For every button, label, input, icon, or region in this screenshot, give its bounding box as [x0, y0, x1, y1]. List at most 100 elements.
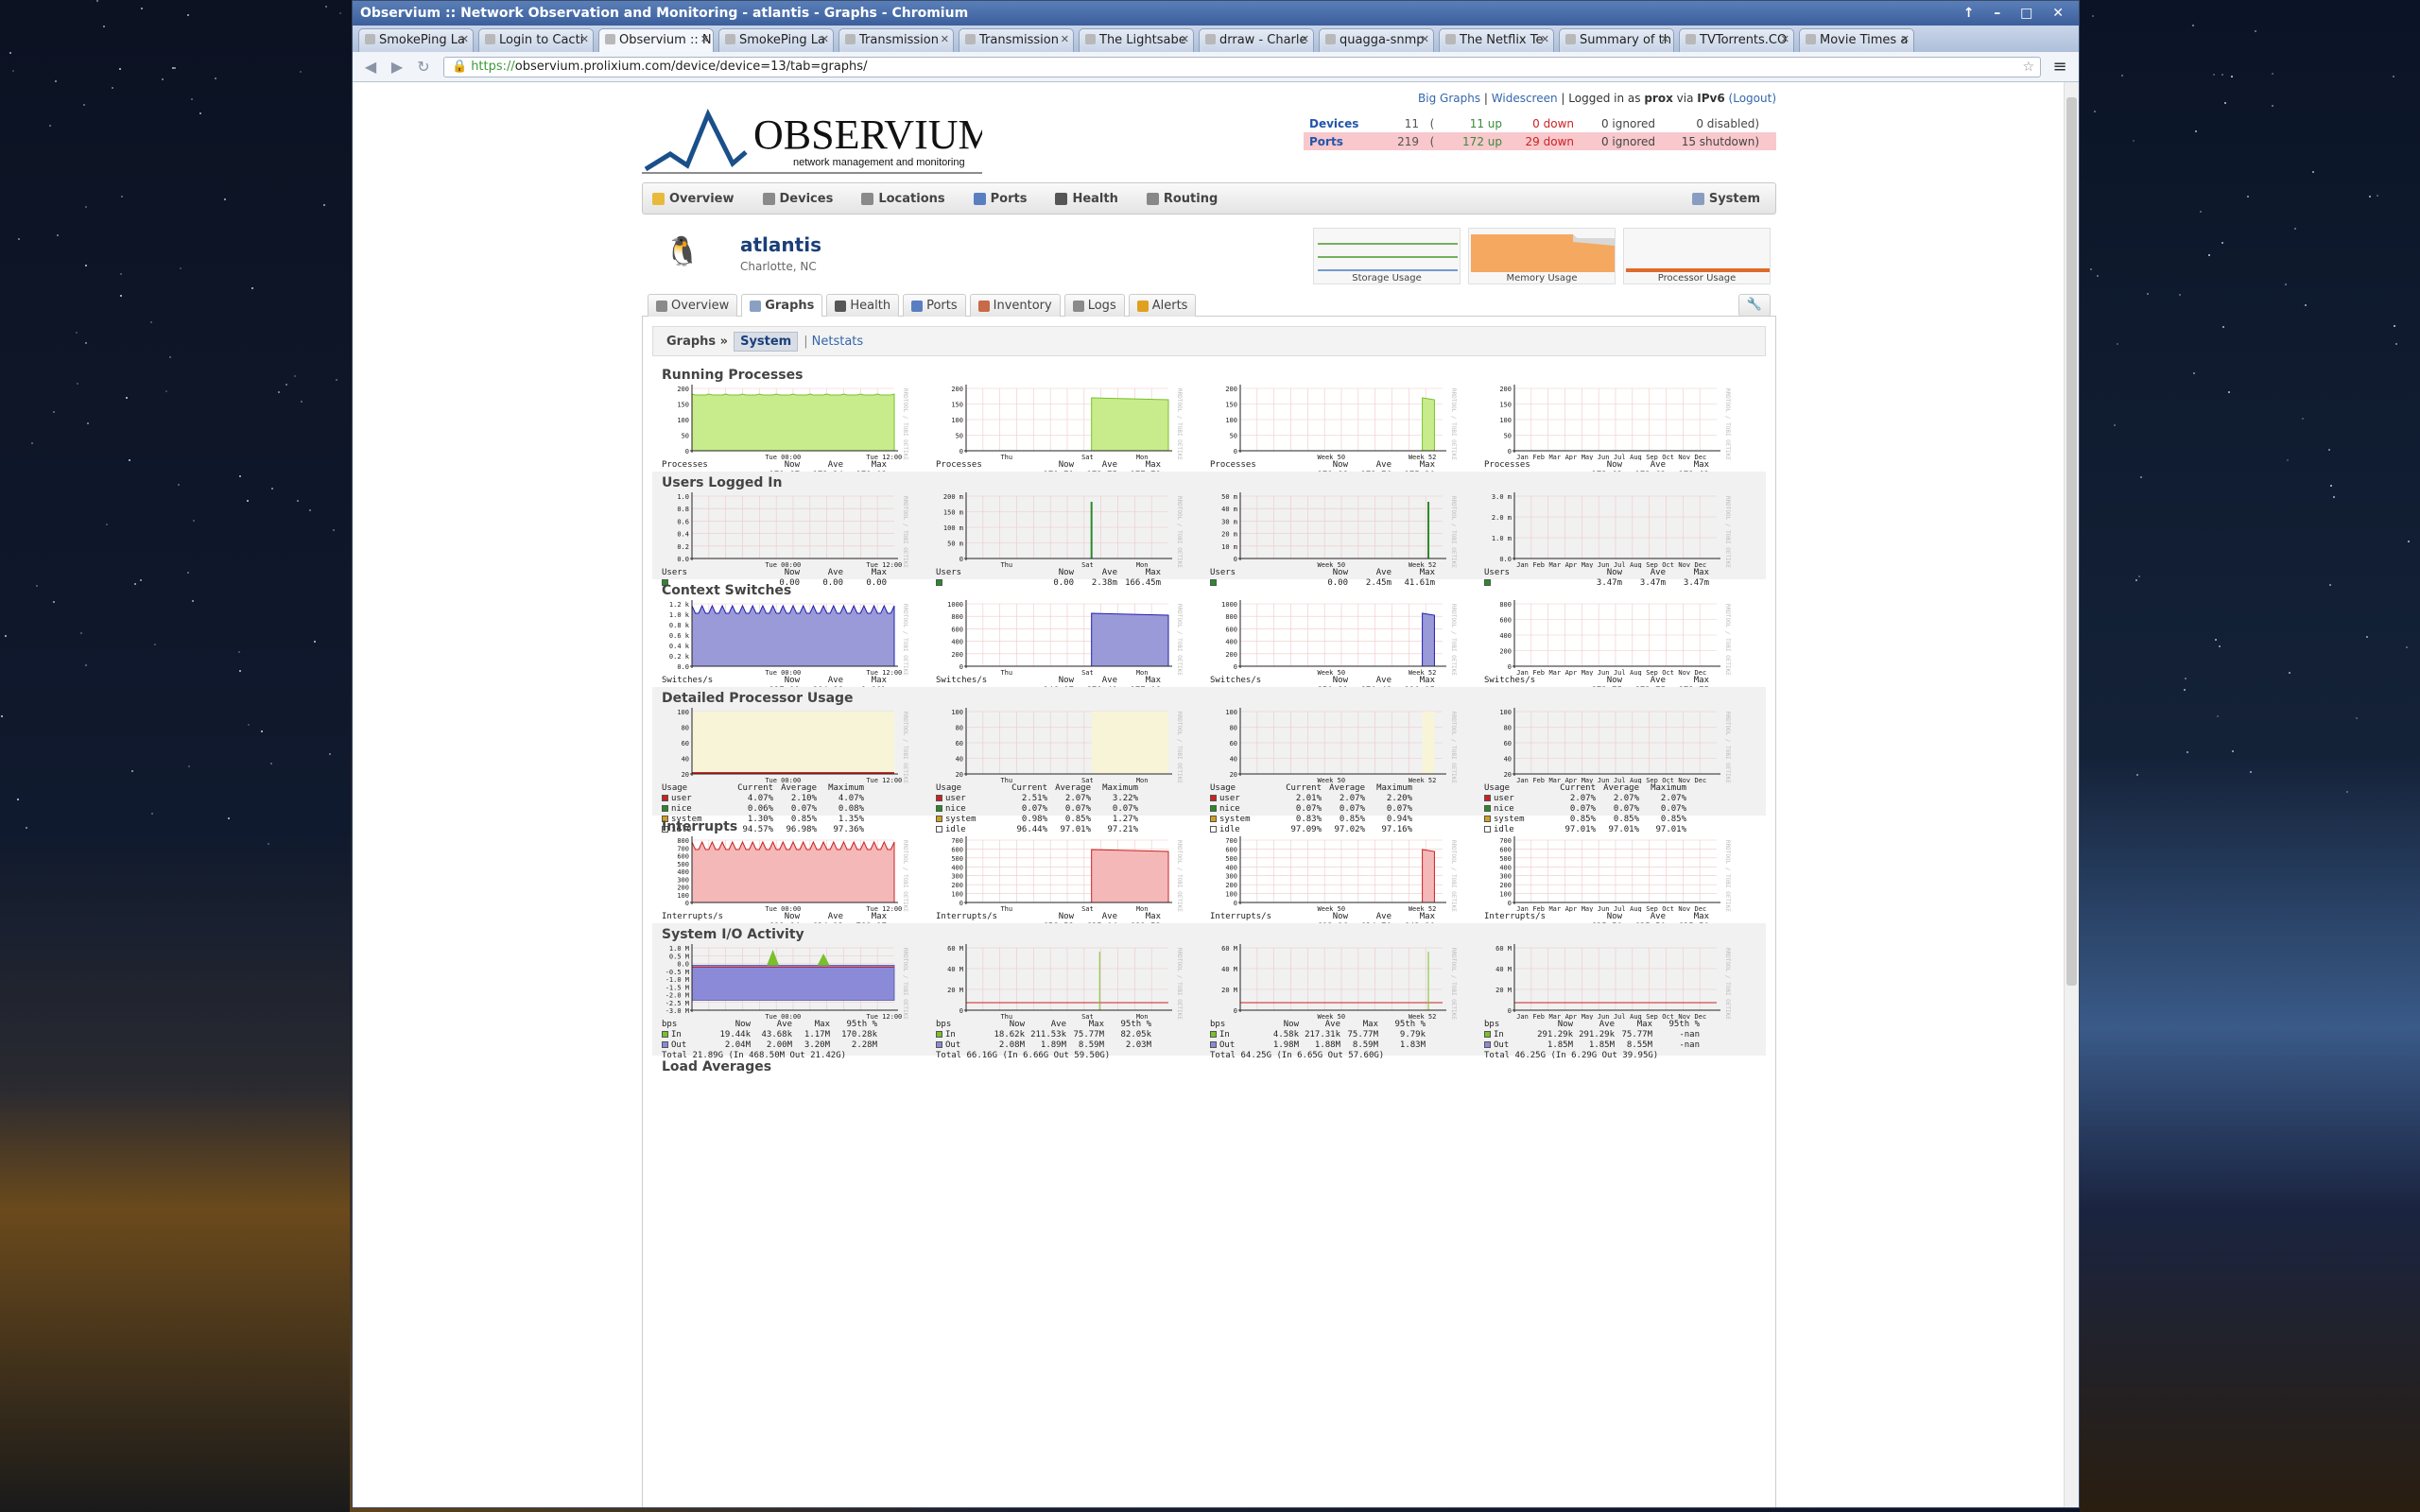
y-tick-label: 100 [1499, 709, 1512, 716]
memory-usage-minigraph[interactable]: Memory Usage [1468, 228, 1616, 284]
browser-tab[interactable]: Transmission ✕ [959, 28, 1074, 52]
processor-usage-minigraph[interactable]: Processor Usage [1623, 228, 1771, 284]
widescreen-link[interactable]: Widescreen [1492, 92, 1558, 105]
browser-tab[interactable]: Summary of th ✕ [1559, 28, 1674, 52]
graph-thumbnail[interactable]: 200 m 150 m 100 m 50 m 0 Thu Sat Mon RRDTOOL / T… [932, 490, 1206, 589]
tab-close-icon[interactable]: ✕ [1421, 33, 1429, 45]
device-tab-alerts[interactable]: Alerts [1128, 294, 1197, 317]
tab-close-icon[interactable]: ✕ [1061, 33, 1069, 45]
device-tab-graphs[interactable]: Graphs [741, 294, 823, 317]
tab-close-icon[interactable]: ✕ [1781, 33, 1789, 45]
bookmark-star-icon[interactable]: ☆ [2022, 58, 2034, 77]
device-tab-overview[interactable]: Overview [648, 294, 738, 317]
address-bar[interactable]: 🔒 https://observium.prolixium.com/device/… [443, 56, 2041, 77]
graph-thumbnail[interactable]: 1.2 k 1.0 k 0.8 k 0.6 k 0.4 k 0.2 k 0.0 Tue 00:… [658, 598, 932, 696]
browser-tab[interactable]: TVTorrents.CO ✕ [1679, 28, 1794, 52]
data-area [691, 393, 895, 452]
nav-locations[interactable]: Locations [861, 192, 945, 206]
observium-logo[interactable]: OBSERVIUM network management and monitor… [642, 107, 982, 175]
graph-thumbnail[interactable]: 800 700 600 500 400 300 200 100 0 Tue 00:00 Tue 12… [658, 834, 932, 933]
graph-thumbnail[interactable]: 1.0 M 0.5 M 0.0 -0.5 M -1.0 M -1.5 M -2.0 M -2.… [658, 942, 932, 1061]
nav-devices[interactable]: Devices [762, 192, 833, 206]
graph-thumbnail[interactable]: 700 600 500 400 300 200 100 0 Jan Feb Mar Apr May Jun… [1480, 834, 1754, 933]
reload-icon[interactable]: ↻ [413, 58, 434, 76]
tab-close-icon[interactable]: ✕ [1541, 33, 1549, 45]
graph-thumbnail[interactable]: 60 M 40 M 20 M 0 Week 50 Week 52 RRDTOOL / TOB… [1206, 942, 1480, 1061]
io-legend-label-text: Out [1219, 1040, 1236, 1050]
browser-tab[interactable]: Login to Cacti ✕ [478, 28, 594, 52]
tab-close-icon[interactable]: ✕ [1301, 33, 1309, 45]
nav-icon [1055, 192, 1068, 205]
browser-tab[interactable]: Transmission ✕ [838, 28, 954, 52]
graph-thumbnail[interactable]: 1000 800 600 400 200 0 Week 50 Week 52 RRDTOOL /… [1206, 598, 1480, 696]
graph-thumbnail[interactable]: 1000 800 600 400 200 0 Thu Sat Mon RRDTOOL / TOBI… [932, 598, 1206, 696]
graph-section: System I/O Activity 1.0 M 0.5 M 0.0 -0.5 M -1… [652, 923, 1766, 1060]
star [105, 523, 108, 525]
device-edit-icon[interactable]: 🔧 [1738, 294, 1771, 317]
graph-thumbnail[interactable]: 200 150 100 50 0 Jan Feb Mar Apr May Jun Jul Aug Sep O… [1480, 383, 1754, 481]
tab-close-icon[interactable]: ✕ [1181, 33, 1189, 45]
tab-close-icon[interactable]: ✕ [1901, 33, 1910, 45]
legend-col: Current [1286, 783, 1322, 793]
graph-thumbnail[interactable]: 700 600 500 400 300 200 100 0 Week 50 Week 52 RRDT… [1206, 834, 1480, 933]
x-tick-label: Nov [1678, 905, 1690, 912]
y-tick-label: 50 [1230, 433, 1237, 440]
big-graphs-link[interactable]: Big Graphs [1418, 92, 1480, 105]
tab-close-icon[interactable]: ✕ [460, 33, 469, 45]
graph-thumbnail[interactable]: 800 600 400 200 0 Jan Feb Mar Apr May Jun Jul Aug Sep… [1480, 598, 1754, 696]
browser-tab[interactable]: SmokePing La ✕ [358, 28, 474, 52]
subnav-netstats[interactable]: Netstats [812, 335, 864, 349]
ports-status-row[interactable]: Ports 219 ( 172 up 29 down 0 ignored 15 … [1304, 132, 1776, 150]
x-tick-label: Mon [1136, 777, 1149, 783]
browser-tab[interactable]: SmokePing La ✕ [718, 28, 834, 52]
scrollbar-thumb[interactable] [2066, 97, 2077, 986]
tab-close-icon[interactable]: ✕ [700, 33, 709, 45]
window-controls[interactable]: ↑ – □ ✕ [1963, 1, 2071, 26]
legend-label: Interrupts/s [936, 912, 998, 921]
tab-close-icon[interactable]: ✕ [941, 33, 949, 45]
star [2093, 110, 2096, 112]
device-name[interactable]: atlantis [740, 233, 821, 256]
graph-thumbnail[interactable]: 200 150 100 50 0 Tue 00:00 Tue 12:00 RRDTOOL / … [658, 383, 932, 481]
graph-thumbnail[interactable]: 60 M 40 M 20 M 0 Thu Sat Mon RRDTOOL / TOBI OET… [932, 942, 1206, 1061]
browser-tab[interactable]: quagga-snmp ✕ [1319, 28, 1434, 52]
graph-thumbnail[interactable]: 50 m 40 m 30 m 20 m 10 m 0 Week 50 Week 52 RRDTO… [1206, 490, 1480, 589]
browser-menu-icon[interactable]: ≡ [2048, 57, 2071, 77]
device-tab-inventory[interactable]: Inventory [969, 294, 1061, 317]
logout-link[interactable]: (Logout) [1729, 92, 1776, 105]
graph-thumbnail[interactable]: 1.0 0.8 0.6 0.4 0.2 0.0 Tue 00:00 Tue 12:00 RRDT… [658, 490, 932, 589]
nav-routing[interactable]: Routing [1146, 192, 1218, 206]
browser-tab[interactable]: Observium :: N ✕ [598, 28, 714, 52]
graph-thumbnail[interactable]: 200 150 100 50 0 Thu Sat Mon RRDTOOL / TOBI OETI… [932, 383, 1206, 481]
subnav-system[interactable]: System [734, 331, 799, 352]
star [297, 499, 300, 502]
browser-tab[interactable]: Movie Times a ✕ [1799, 28, 1914, 52]
device-tab-ports[interactable]: Ports [903, 294, 966, 317]
graph-thumbnail[interactable]: 700 600 500 400 300 200 100 0 Thu Sat Mon RRDTOOL /… [932, 834, 1206, 933]
forward-icon[interactable]: ▶ [387, 58, 407, 76]
browser-tab[interactable]: The Netflix Te ✕ [1439, 28, 1554, 52]
nav-health[interactable]: Health [1055, 192, 1118, 206]
browser-tab[interactable]: The Lightsabe ✕ [1079, 28, 1194, 52]
vertical-scrollbar[interactable] [2064, 82, 2079, 1507]
device-tab-health[interactable]: Health [826, 294, 900, 317]
nav-system[interactable]: System [1691, 192, 1760, 206]
device-tab-logs[interactable]: Logs [1063, 294, 1125, 317]
tab-close-icon[interactable]: ✕ [580, 33, 589, 45]
nav-ports[interactable]: Ports [973, 192, 1027, 206]
tab-close-icon[interactable]: ✕ [1661, 33, 1669, 45]
storage-usage-minigraph[interactable]: Storage Usage [1313, 228, 1461, 284]
legend-value: 2.00M [766, 1040, 792, 1050]
graph-thumbnail[interactable]: 60 M 40 M 20 M 0 Jan Feb Mar Apr May Jun Jul Aug Sep… [1480, 942, 1754, 1061]
graph-thumbnail[interactable]: 3.0 m 2.0 m 1.0 m 0.0 Jan Feb Mar Apr May Jun Jul A… [1480, 490, 1754, 589]
legend-label: Users [936, 568, 962, 577]
tab-close-icon[interactable]: ✕ [821, 33, 829, 45]
back-icon[interactable]: ◀ [360, 58, 381, 76]
graph-thumbnail[interactable]: 200 150 100 50 0 Week 50 Week 52 RRDTOOL / TOBI… [1206, 383, 1480, 481]
y-tick-label: 200 [1225, 651, 1237, 659]
y-tick-label: 10 m [1221, 543, 1237, 551]
rrd-watermark: RRDTOOL / TOBI OETIKER [1176, 604, 1183, 676]
nav-overview[interactable]: Overview [652, 192, 735, 206]
devices-status-row[interactable]: Devices 11 ( 11 up 0 down 0 ignored 0 di… [1304, 114, 1776, 132]
browser-tab[interactable]: drraw - Charle ✕ [1199, 28, 1314, 52]
